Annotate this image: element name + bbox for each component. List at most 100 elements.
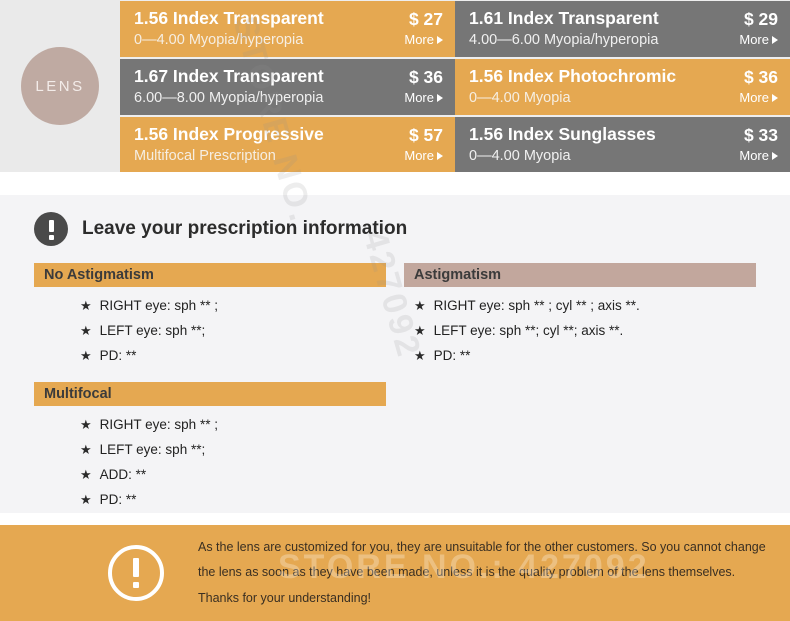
lens-option-more-link[interactable]: More	[404, 148, 443, 165]
notice-banner: As the lens are customized for you, they…	[0, 525, 790, 621]
list-item-text: RIGHT eye: sph ** ;	[99, 298, 218, 313]
star-bullet-icon: ★	[80, 298, 92, 313]
lens-option-more-link[interactable]: More	[739, 90, 778, 107]
triangle-right-icon	[772, 152, 778, 161]
astigmatism-block: Astigmatism ★ RIGHT eye: sph ** ; cyl ** …	[404, 263, 756, 363]
exclamation-bar	[48, 219, 54, 232]
no-astigmatism-list: ★ RIGHT eye: sph ** ; ★ LEFT eye: sph **; …	[34, 298, 386, 363]
lens-option-text-6: 1.56 Index Sunglasses 0—4.00 Myopia	[469, 124, 733, 166]
lens-option-side-5: $ 57 More	[398, 125, 443, 166]
lens-option-title: 1.56 Index Transparent	[134, 8, 324, 29]
exclamation-glyph	[48, 219, 54, 240]
prescription-left-column: No Astigmatism ★ RIGHT eye: sph ** ; ★ LEF…	[34, 263, 386, 517]
lens-option-price: $ 36	[408, 66, 443, 87]
list-item-text: ADD: **	[99, 467, 147, 482]
lens-logo-label: LENS	[35, 77, 85, 95]
lens-options-section: LENS 1.56 Index Transparent 0—4.00 Myopi…	[0, 0, 790, 173]
star-bullet-icon: ★	[80, 417, 92, 432]
prescription-panel: Leave your prescription information No A…	[0, 195, 790, 513]
list-item: ★ LEFT eye: sph **; cyl **; axis **.	[414, 323, 756, 338]
exclamation-icon	[34, 212, 68, 246]
lens-option-side-4: $ 36 More	[733, 67, 778, 108]
astigmatism-header: Astigmatism	[404, 263, 756, 287]
lens-option-card-5[interactable]: 1.56 Index Progressive Multifocal Prescr…	[120, 117, 455, 173]
list-item: ★ LEFT eye: sph **;	[80, 442, 386, 457]
lens-option-more-label: More	[739, 148, 769, 164]
lens-option-more-label: More	[739, 90, 769, 106]
prescription-columns: No Astigmatism ★ RIGHT eye: sph ** ; ★ LEF…	[0, 246, 790, 517]
lens-option-card-2[interactable]: 1.61 Index Transparent 4.00—6.00 Myopia/…	[455, 1, 790, 57]
list-item-text: RIGHT eye: sph ** ;	[99, 417, 218, 432]
star-bullet-icon: ★	[80, 323, 92, 338]
lens-option-title: 1.67 Index Transparent	[134, 66, 324, 87]
list-item: ★ LEFT eye: sph **;	[80, 323, 386, 338]
lens-option-subtitle: Multifocal Prescription	[134, 148, 276, 165]
prescription-right-column: Astigmatism ★ RIGHT eye: sph ** ; cyl ** …	[404, 263, 756, 517]
lens-option-title: 1.56 Index Sunglasses	[469, 124, 656, 145]
lens-option-more-label: More	[404, 90, 434, 106]
multifocal-block: Multifocal ★ RIGHT eye: sph ** ; ★ LEFT ey…	[34, 382, 386, 507]
lens-option-subtitle: 0—4.00 Myopia/hyperopia	[134, 32, 304, 49]
warning-exclamation-glyph	[133, 558, 139, 588]
star-bullet-icon: ★	[414, 298, 426, 313]
lens-option-more-label: More	[739, 32, 769, 48]
triangle-right-icon	[437, 94, 443, 103]
lens-option-more-link[interactable]: More	[739, 32, 778, 49]
multifocal-list: ★ RIGHT eye: sph ** ; ★ LEFT eye: sph **; …	[34, 417, 386, 507]
triangle-right-icon	[772, 94, 778, 103]
lens-option-text-1: 1.56 Index Transparent 0—4.00 Myopia/hyp…	[134, 8, 398, 50]
lens-option-card-6[interactable]: 1.56 Index Sunglasses 0—4.00 Myopia $ 33…	[455, 117, 790, 173]
section-divider	[0, 172, 790, 195]
lens-option-side-2: $ 29 More	[733, 9, 778, 50]
lens-option-title: 1.56 Index Photochromic	[469, 66, 677, 87]
warning-exclamation-dot	[133, 582, 139, 588]
lens-option-card-1[interactable]: 1.56 Index Transparent 0—4.00 Myopia/hyp…	[120, 1, 455, 57]
triangle-right-icon	[772, 36, 778, 45]
triangle-right-icon	[437, 152, 443, 161]
lens-option-subtitle: 0—4.00 Myopia	[469, 90, 571, 107]
notice-line-1: As the lens are customized for you, they…	[198, 539, 766, 554]
lens-option-more-label: More	[404, 148, 434, 164]
no-astigmatism-block: No Astigmatism ★ RIGHT eye: sph ** ; ★ LEF…	[34, 263, 386, 363]
astigmatism-list: ★ RIGHT eye: sph ** ; cyl ** ; axis **. ★…	[404, 298, 756, 363]
lens-option-subtitle: 4.00—6.00 Myopia/hyperopia	[469, 32, 659, 49]
list-item-text: PD: **	[99, 492, 137, 507]
list-item: ★ RIGHT eye: sph ** ;	[80, 298, 386, 313]
lens-option-price: $ 57	[408, 124, 443, 145]
lens-option-side-6: $ 33 More	[733, 125, 778, 166]
prescription-header: Leave your prescription information	[0, 195, 790, 246]
lens-logo-circle: LENS	[21, 47, 99, 125]
lens-option-text-5: 1.56 Index Progressive Multifocal Prescr…	[134, 124, 398, 166]
lens-option-more-link[interactable]: More	[404, 90, 443, 107]
notice-text: As the lens are customized for you, they…	[198, 535, 766, 612]
list-item: ★ RIGHT eye: sph ** ;	[80, 417, 386, 432]
list-item: ★ PD: **	[80, 348, 386, 363]
warning-exclamation-icon	[108, 545, 164, 601]
list-item-text: LEFT eye: sph **; cyl **; axis **.	[433, 323, 624, 338]
star-bullet-icon: ★	[414, 348, 426, 363]
star-bullet-icon: ★	[80, 442, 92, 457]
lens-option-text-3: 1.67 Index Transparent 6.00—8.00 Myopia/…	[134, 66, 398, 108]
lens-option-more-label: More	[404, 32, 434, 48]
lens-option-text-2: 1.61 Index Transparent 4.00—6.00 Myopia/…	[469, 8, 733, 50]
lens-options-grid: 1.56 Index Transparent 0—4.00 Myopia/hyp…	[120, 0, 790, 173]
list-item: ★ RIGHT eye: sph ** ; cyl ** ; axis **.	[414, 298, 756, 313]
page-title: Leave your prescription information	[82, 218, 408, 239]
lens-option-price: $ 33	[743, 124, 778, 145]
lens-option-more-link[interactable]: More	[404, 32, 443, 49]
multifocal-header: Multifocal	[34, 382, 386, 406]
list-item-text: LEFT eye: sph **;	[99, 323, 206, 338]
exclamation-dot	[48, 234, 54, 240]
lens-option-subtitle: 6.00—8.00 Myopia/hyperopia	[134, 90, 324, 107]
lens-option-more-link[interactable]: More	[739, 148, 778, 165]
no-astigmatism-header: No Astigmatism	[34, 263, 386, 287]
lens-brand-badge: LENS	[0, 0, 120, 172]
lens-option-side-3: $ 36 More	[398, 67, 443, 108]
star-bullet-icon: ★	[414, 323, 426, 338]
lens-option-card-3[interactable]: 1.67 Index Transparent 6.00—8.00 Myopia/…	[120, 59, 455, 115]
notice-line-2: the lens as soon as they have been made,…	[198, 565, 736, 580]
list-item-text: PD: **	[433, 348, 471, 363]
lens-option-card-4[interactable]: 1.56 Index Photochromic 0—4.00 Myopia $ …	[455, 59, 790, 115]
triangle-right-icon	[437, 36, 443, 45]
star-bullet-icon: ★	[80, 492, 92, 507]
